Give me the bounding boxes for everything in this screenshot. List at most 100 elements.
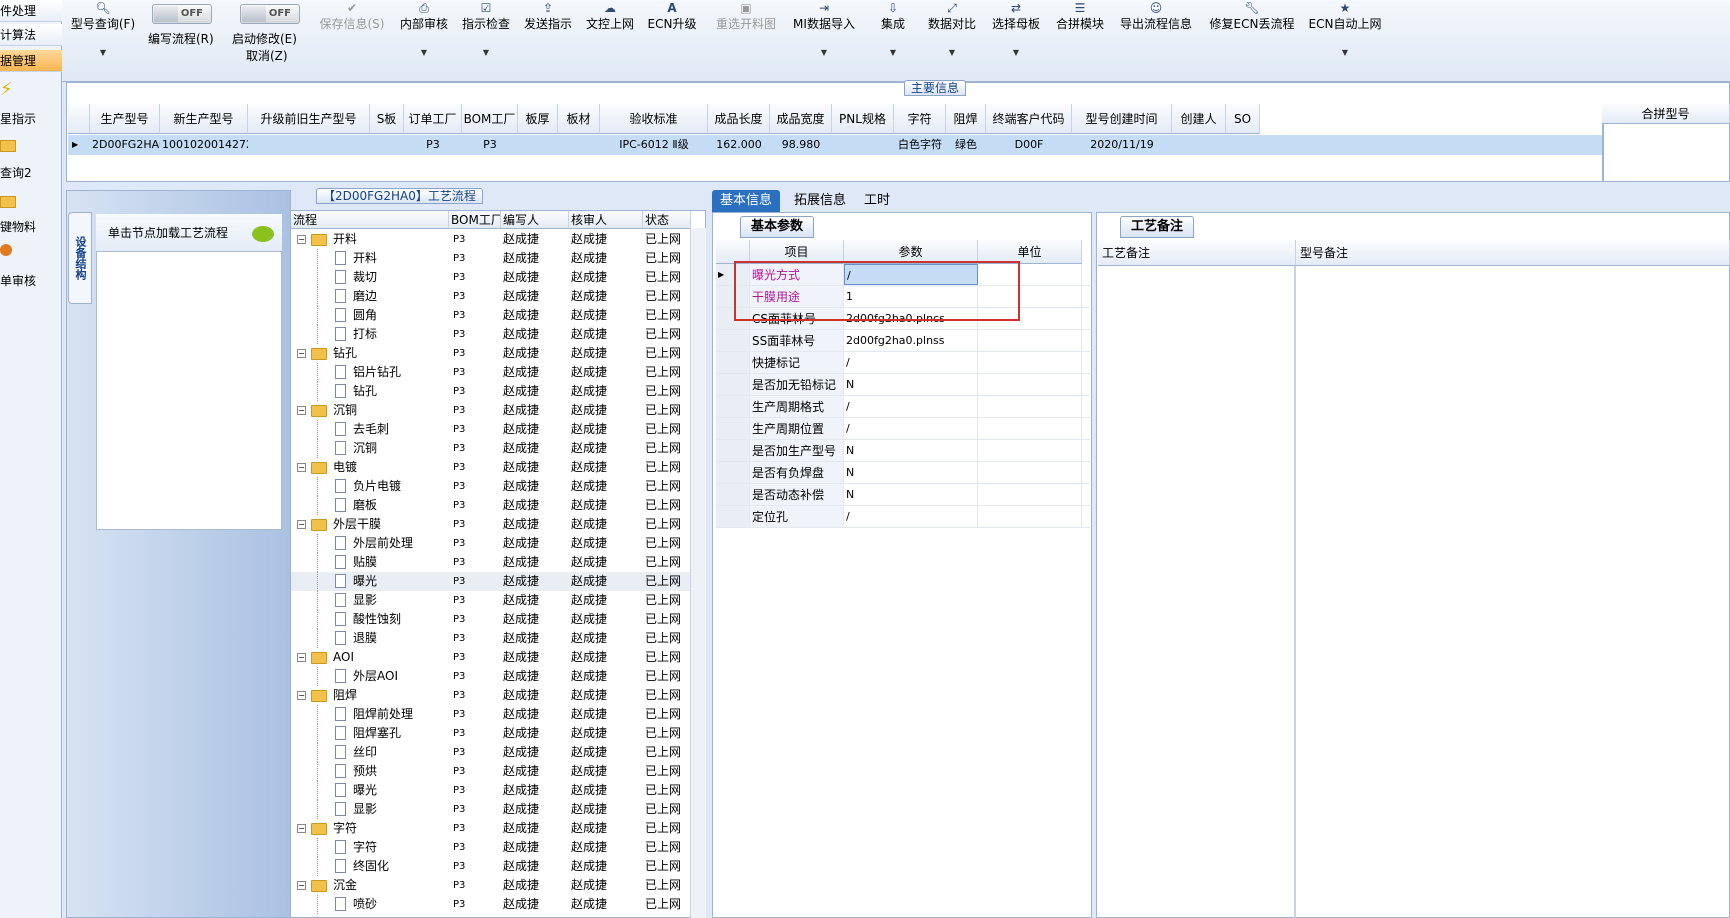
col-header[interactable]: BOM工厂: [462, 104, 518, 134]
nav-item-1[interactable]: 查询2: [0, 164, 62, 181]
send-guide-button[interactable]: ⇪ 发送指示: [520, 0, 576, 80]
tree-row[interactable]: − 外层干膜 P3 赵成捷 赵成捷 已上网: [291, 515, 691, 534]
grid-cell[interactable]: 白色字符: [894, 135, 946, 155]
grid-cell[interactable]: [1226, 135, 1260, 155]
tree-row[interactable]: 外层前处理 P3 赵成捷 赵成捷 已上网: [291, 534, 691, 553]
grid-cell[interactable]: 98.980: [770, 135, 832, 155]
nav-item-0[interactable]: 星指示: [0, 110, 62, 127]
col-header-bom[interactable]: BOM工厂: [449, 211, 501, 229]
tree-row[interactable]: − 电镀 P3 赵成捷 赵成捷 已上网: [291, 458, 691, 477]
mi-import-button[interactable]: ⇥ MI数据导入 ▼: [782, 0, 866, 80]
param-value[interactable]: 2d00fg2ha0.plnss: [844, 330, 978, 351]
export-flow-button[interactable]: ☺ 导出流程信息: [1114, 0, 1198, 80]
col-header[interactable]: S板: [370, 104, 404, 134]
tree-row[interactable]: 酸性蚀刻 P3 赵成捷 赵成捷 已上网: [291, 610, 691, 629]
grid-cell[interactable]: 2D00FG2HA0: [90, 135, 160, 155]
grid-cell[interactable]: 绿色: [946, 135, 986, 155]
fix-ecn-button[interactable]: 🔧︎ 修复ECN丢流程: [1202, 0, 1302, 80]
guide-check-button[interactable]: ☑ 指示检查 ▼: [458, 0, 514, 80]
col-header[interactable]: 终端客户代码: [986, 104, 1072, 134]
grid-cell[interactable]: D00F: [986, 135, 1072, 155]
merge-module-button[interactable]: ☰ 合拼模块: [1050, 0, 1110, 80]
nav-item-2[interactable]: 键物料: [0, 218, 62, 235]
tree-row[interactable]: 裁切 P3 赵成捷 赵成捷 已上网: [291, 268, 691, 287]
collapse-icon[interactable]: −: [297, 463, 306, 472]
collapse-icon[interactable]: −: [297, 881, 306, 890]
tree-row[interactable]: 负片电镀 P3 赵成捷 赵成捷 已上网: [291, 477, 691, 496]
collapse-icon[interactable]: −: [297, 406, 306, 415]
col-header[interactable]: 型号创建时间: [1072, 104, 1172, 134]
tree-row[interactable]: 字符 P3 赵成捷 赵成捷 已上网: [291, 838, 691, 857]
subtab-basic-params[interactable]: 基本参数: [740, 216, 815, 238]
edit-flow-toggle[interactable]: OFF: [152, 4, 212, 24]
param-row[interactable]: 是否加无铅标记 N: [716, 374, 1090, 396]
tree-row[interactable]: 阻焊前处理 P3 赵成捷 赵成捷 已上网: [291, 705, 691, 724]
reopen-chart-button[interactable]: ▣ 重选开料图: [706, 0, 786, 80]
doc-upload-button[interactable]: ☁ 文控上网: [582, 0, 638, 80]
integrate-button[interactable]: ⇩ 集成 ▼: [868, 0, 918, 80]
nav-item-3[interactable]: 单审核: [0, 272, 62, 289]
save-info-button[interactable]: ✔ 保存信息(S): [316, 0, 388, 80]
tree-row[interactable]: 铝片钻孔 P3 赵成捷 赵成捷 已上网: [291, 363, 691, 382]
collapse-icon[interactable]: −: [297, 520, 306, 529]
tree-row[interactable]: 沉铜 P3 赵成捷 赵成捷 已上网: [291, 439, 691, 458]
param-row[interactable]: 快捷标记 /: [716, 352, 1090, 374]
param-value[interactable]: /: [844, 506, 978, 527]
col-header-reviewer[interactable]: 核审人: [569, 211, 643, 229]
ecn-upgrade-button[interactable]: A ECN升级: [644, 0, 700, 80]
col-header[interactable]: 验收标准: [600, 104, 708, 134]
select-master-button[interactable]: ⇄ 选择母板 ▼: [986, 0, 1046, 80]
tab-basic-info[interactable]: 基本信息: [712, 190, 781, 212]
tab-work-hours[interactable]: 工时: [856, 190, 898, 212]
nav-tab-2[interactable]: 据管理: [0, 50, 62, 72]
grid-cell[interactable]: [1172, 135, 1226, 155]
tree-row[interactable]: 打标 P3 赵成捷 赵成捷 已上网: [291, 325, 691, 344]
tree-row[interactable]: 磨板 P3 赵成捷 赵成捷 已上网: [291, 496, 691, 515]
col-header-flow[interactable]: 流程: [291, 211, 449, 229]
param-value[interactable]: N: [844, 374, 978, 395]
grid-cell[interactable]: P3: [404, 135, 462, 155]
tree-scrollbar[interactable]: [690, 228, 706, 918]
tree-row[interactable]: 预烘 P3 赵成捷 赵成捷 已上网: [291, 762, 691, 781]
ecn-auto-button[interactable]: ★ ECN自动上网 ▼: [1302, 0, 1388, 80]
col-header[interactable]: 字符: [894, 104, 946, 134]
col-header-writer[interactable]: 编写人: [501, 211, 569, 229]
tree-row[interactable]: 开料 P3 赵成捷 赵成捷 已上网: [291, 249, 691, 268]
param-row[interactable]: 是否加生产型号 N: [716, 440, 1090, 462]
collapse-icon[interactable]: −: [297, 691, 306, 700]
model-query-button[interactable]: 🔍︎ 型号查询(F) ▼: [70, 0, 136, 80]
param-row[interactable]: 是否动态补偿 N: [716, 484, 1090, 506]
col-header[interactable]: 板厚: [518, 104, 558, 134]
col-header-status[interactable]: 状态: [643, 211, 691, 229]
nav-tab-0[interactable]: 件处理: [0, 0, 62, 22]
tree-row[interactable]: 曝光 P3 赵成捷 赵成捷 已上网: [291, 572, 691, 591]
col-header[interactable]: 成品宽度: [770, 104, 832, 134]
col-header[interactable]: PNL规格: [832, 104, 894, 134]
subtab-process-remarks[interactable]: 工艺备注: [1120, 216, 1195, 238]
tree-row[interactable]: 曝光 P3 赵成捷 赵成捷 已上网: [291, 781, 691, 800]
col-header[interactable]: 成品长度: [708, 104, 770, 134]
tab-extended-info[interactable]: 拓展信息: [786, 190, 854, 212]
tree-row[interactable]: − 钻孔 P3 赵成捷 赵成捷 已上网: [291, 344, 691, 363]
tree-row[interactable]: 退膜 P3 赵成捷 赵成捷 已上网: [291, 629, 691, 648]
collapse-icon[interactable]: −: [297, 824, 306, 833]
tree-row[interactable]: 终固化 P3 赵成捷 赵成捷 已上网: [291, 857, 691, 876]
grid-cell[interactable]: 2020/11/19: [1072, 135, 1172, 155]
col-header[interactable]: 创建人: [1172, 104, 1226, 134]
structure-tab[interactable]: 设备结构: [68, 212, 92, 304]
collapse-icon[interactable]: −: [297, 235, 306, 244]
collapse-icon[interactable]: −: [297, 349, 306, 358]
grid-cell[interactable]: 162.000: [708, 135, 770, 155]
col-header[interactable]: 板材: [558, 104, 600, 134]
col-header[interactable]: 生产型号: [90, 104, 160, 134]
nav-tab-1[interactable]: 计算法: [0, 24, 62, 46]
col-header[interactable]: 新生产型号: [160, 104, 248, 134]
tree-row[interactable]: 阻焊塞孔 P3 赵成捷 赵成捷 已上网: [291, 724, 691, 743]
grid-cell[interactable]: [832, 135, 894, 155]
col-header[interactable]: 订单工厂: [404, 104, 462, 134]
grid-cell[interactable]: [248, 135, 370, 155]
param-value[interactable]: N: [844, 484, 978, 505]
tree-row[interactable]: − 字符 P3 赵成捷 赵成捷 已上网: [291, 819, 691, 838]
cancel-button[interactable]: 取消(Z): [246, 47, 288, 64]
param-row[interactable]: 定位孔 /: [716, 506, 1090, 528]
